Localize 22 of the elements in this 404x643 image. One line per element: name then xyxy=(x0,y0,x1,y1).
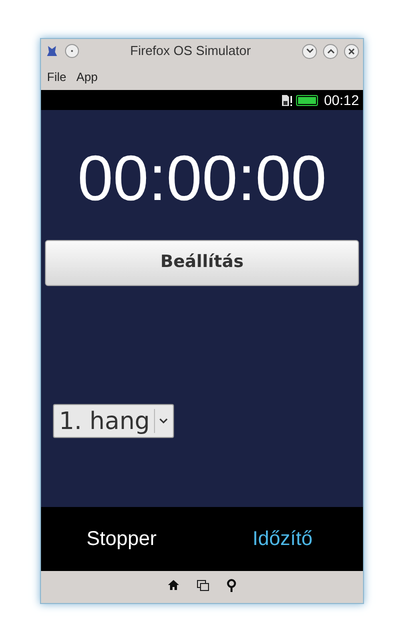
home-icon[interactable] xyxy=(168,580,179,590)
app-icon xyxy=(45,44,59,58)
tab[interactable]: Időzítő xyxy=(202,524,363,554)
maximize-button[interactable] xyxy=(323,44,338,58)
close-button[interactable] xyxy=(344,44,359,58)
clock-time: 00:12 xyxy=(324,90,359,110)
window-title: Firefox OS Simulator xyxy=(129,42,252,60)
sound-select[interactable]: 1. hang xyxy=(53,404,174,438)
menu-item[interactable]: App xyxy=(76,68,98,86)
location-pin-icon[interactable] xyxy=(227,578,236,592)
caret-icon xyxy=(158,418,168,424)
chevron-up-icon xyxy=(326,48,334,54)
battery-icon xyxy=(296,94,318,106)
sim-card-icon xyxy=(280,94,292,106)
chevron-down-icon xyxy=(306,48,314,54)
minimize-button[interactable] xyxy=(302,44,317,58)
timer-display: 00:00:00 xyxy=(76,146,328,210)
settings-button[interactable]: Beállítás xyxy=(45,240,359,286)
close-icon xyxy=(348,48,355,54)
tab[interactable]: Stopper xyxy=(41,524,202,554)
menu-item[interactable]: File xyxy=(47,68,66,86)
windows-icon[interactable] xyxy=(197,580,209,590)
